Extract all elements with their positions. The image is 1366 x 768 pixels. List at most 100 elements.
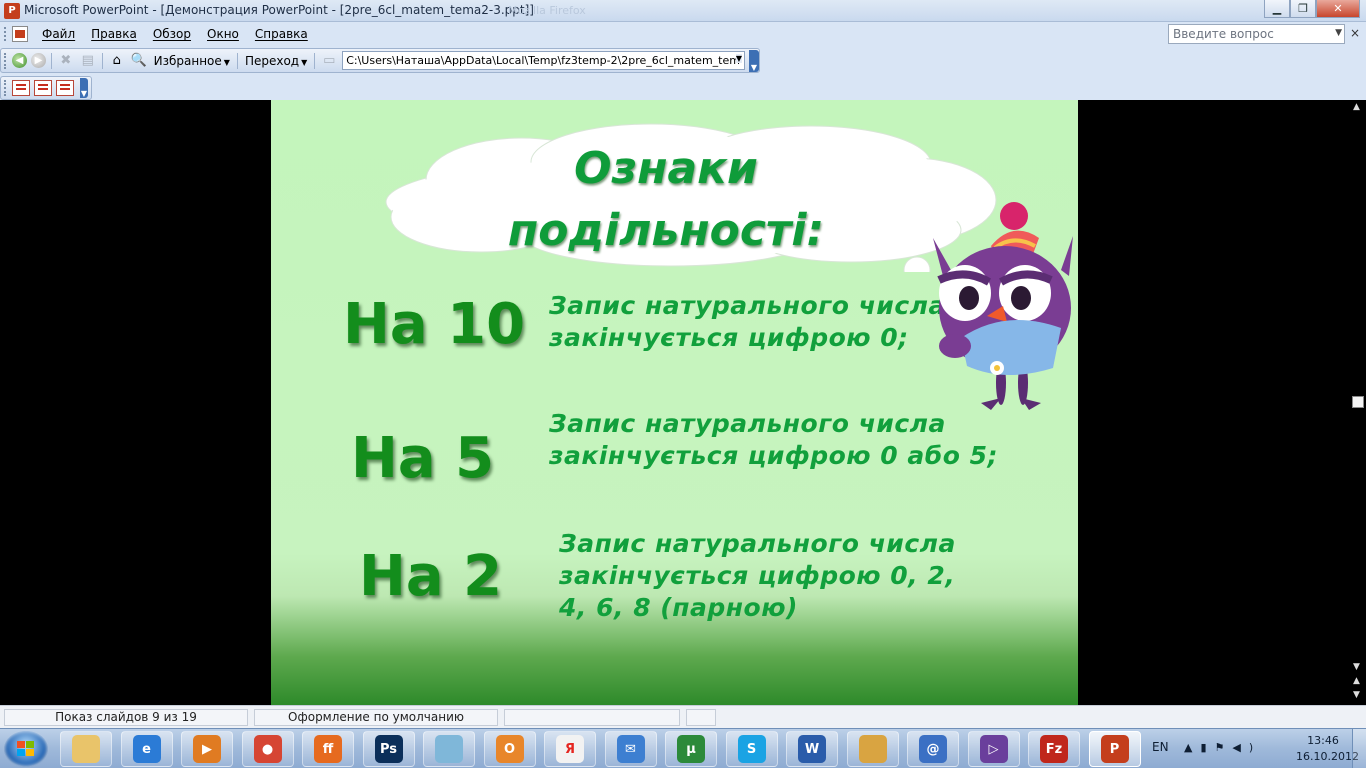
taskbar-yandex-button[interactable]: Я <box>544 731 596 767</box>
mail-icon: ✉ <box>616 735 645 763</box>
document-icon[interactable] <box>12 26 28 42</box>
refresh-icon[interactable]: ▤ <box>79 52 97 70</box>
slide-title: Ознаки подільності: <box>471 138 861 262</box>
filezilla-icon: Fz <box>1040 735 1068 763</box>
skype-icon: S <box>737 735 766 763</box>
word-icon: W <box>798 735 826 763</box>
signal-icon[interactable]: ▮ <box>1200 741 1214 754</box>
forward-icon[interactable]: ▶ <box>30 53 46 68</box>
rule-text-10-line2: закінчується цифрою 0; <box>549 323 909 352</box>
go-button[interactable]: Переход ▼ <box>241 54 311 68</box>
stop-icon[interactable]: ✖ <box>57 52 75 70</box>
volume-icon[interactable]: ◀) <box>1232 741 1261 754</box>
taskbar-photoshop-button[interactable]: Ps <box>362 731 415 767</box>
taskbar-mail-button[interactable]: ✉ <box>604 731 657 767</box>
firefox-icon: ff <box>314 735 342 763</box>
scroll-next-page-icon[interactable]: ▼ <box>1353 690 1360 700</box>
toolbar-separator <box>50 52 52 69</box>
toolbar-grip[interactable] <box>4 52 10 69</box>
back-icon[interactable]: ◀ <box>11 53 27 68</box>
powerpoint-app-icon[interactable]: P <box>4 3 20 19</box>
clock-date: 16.10.2012 <box>1296 750 1359 763</box>
status-language <box>504 709 680 726</box>
convert-and-email-pdf-icon[interactable] <box>34 80 52 96</box>
vertical-scrollbar[interactable]: ▲ ▼ ▲ ▼ <box>1350 100 1366 705</box>
taskbar-outlook-button[interactable]: O <box>483 731 536 767</box>
pdf-toolbar: ▼ <box>0 76 92 100</box>
taskbar-paint-button[interactable] <box>846 731 899 767</box>
start-button[interactable] <box>4 731 48 767</box>
taskbar-utorrent-button[interactable]: µ <box>665 731 717 767</box>
help-close-icon[interactable]: × <box>1350 26 1360 40</box>
explorer-icon <box>72 735 100 763</box>
flag-icon[interactable]: ⚑ <box>1215 741 1233 754</box>
taskbar-powerpoint-button[interactable]: P <box>1088 731 1141 767</box>
close-button[interactable]: ✕ <box>1316 0 1360 18</box>
scroll-up-icon[interactable]: ▲ <box>1353 102 1360 112</box>
favorites-button[interactable]: Избранное ▼ <box>150 54 234 68</box>
maximize-button[interactable]: ❐ <box>1290 0 1316 18</box>
convert-to-pdf-icon[interactable] <box>12 80 30 96</box>
chevron-down-icon[interactable]: ▼ <box>735 54 742 63</box>
toolbar-options-icon[interactable]: ▼ <box>749 49 759 72</box>
taskbar-filezilla-button[interactable]: Fz <box>1028 731 1080 767</box>
show-only-web-toolbar-icon[interactable]: ▭ <box>320 52 338 70</box>
internet-explorer-icon: e <box>132 735 161 763</box>
toolbar-grip[interactable] <box>4 80 10 96</box>
outlook-icon: O <box>495 735 524 763</box>
toolbar-options-icon[interactable]: ▼ <box>80 78 88 98</box>
taskbar-chrome-button[interactable]: ● <box>241 731 294 767</box>
rule-text-5-line1: Запис натурального числа <box>549 409 946 438</box>
background-window-title: Mozilla Firefox <box>508 4 586 17</box>
slide[interactable]: Ознаки подільності: На 10 Запис натураль… <box>271 100 1078 705</box>
address-value: C:\Users\Наташа\AppData\Local\Temp\fz3te… <box>346 54 740 67</box>
scroll-thumb[interactable] <box>1352 396 1364 408</box>
home-icon[interactable]: ⌂ <box>108 52 126 70</box>
window-title: Microsoft PowerPoint - [Демонстрация Pow… <box>24 3 534 17</box>
clock[interactable]: 13:46 16.10.2012 <box>1296 733 1359 765</box>
email-client-icon: @ <box>919 735 947 763</box>
rule-text-2-line2: закінчується цифрою 0, 2, <box>559 561 956 590</box>
taskbar-visual-studio-button[interactable]: ▷ <box>967 731 1020 767</box>
menu-help[interactable]: Справка <box>247 27 316 41</box>
taskbar-internet-explorer-button[interactable]: e <box>120 731 173 767</box>
show-hidden-icons-icon[interactable]: ▲ <box>1184 741 1200 754</box>
menu-view[interactable]: Обзор <box>145 27 199 41</box>
chevron-down-icon: ▼ <box>223 57 230 67</box>
taskbar-explorer-button[interactable] <box>60 731 112 767</box>
toolbar-separator <box>236 52 238 69</box>
search-web-icon[interactable]: 🔍 <box>130 52 148 70</box>
scroll-down-icon[interactable]: ▼ <box>1353 662 1360 672</box>
taskbar-skype-button[interactable]: S <box>725 731 778 767</box>
toolbar-separator <box>314 52 316 69</box>
slide-title-line1: Ознаки <box>574 143 758 194</box>
media-player-icon: ▶ <box>193 735 221 763</box>
menu-file[interactable]: Файл <box>34 27 83 41</box>
taskbar-firefox-button[interactable]: ff <box>302 731 354 767</box>
show-desktop-button[interactable] <box>1352 729 1366 768</box>
taskbar-email-client-button[interactable]: @ <box>907 731 959 767</box>
help-question-input[interactable]: Введите вопрос ▼ <box>1168 24 1345 44</box>
system-tray: EN ▲▮⚑◀) 13:46 16.10.2012 <box>1140 729 1366 768</box>
taskbar-notes-button[interactable] <box>423 731 475 767</box>
taskbar-media-player-button[interactable]: ▶ <box>181 731 233 767</box>
powerpoint-icon: P <box>1100 735 1129 763</box>
taskbar: e ▶ ● ff Ps O Я ✉ µ S W @ ▷ Fz P EN ▲▮⚑◀) 13:46 16.10.… <box>0 728 1366 768</box>
taskbar-word-button[interactable]: W <box>786 731 838 767</box>
menu-grip[interactable] <box>4 27 10 41</box>
scroll-prev-page-icon[interactable]: ▲ <box>1353 676 1360 686</box>
status-slide-info: Показ слайдов 9 из 19 <box>4 709 248 726</box>
menu-bar: Файл Правка Обзор Окно Справка <box>0 22 1366 46</box>
chrome-icon: ● <box>253 735 282 763</box>
menu-edit[interactable]: Правка <box>83 27 145 41</box>
go-label: Переход <box>244 53 300 68</box>
language-indicator[interactable]: EN <box>1152 740 1169 754</box>
minimize-button[interactable]: ▁ <box>1264 0 1290 18</box>
tray-icons: ▲▮⚑◀) <box>1184 741 1261 754</box>
chevron-down-icon[interactable]: ▼ <box>1335 28 1342 38</box>
rule-label-10: На 10 <box>343 292 526 357</box>
rule-label-5: На 5 <box>351 426 495 491</box>
menu-window[interactable]: Окно <box>199 27 247 41</box>
address-input[interactable]: C:\Users\Наташа\AppData\Local\Temp\fz3te… <box>342 51 745 70</box>
pdf-review-icon[interactable] <box>56 80 74 96</box>
